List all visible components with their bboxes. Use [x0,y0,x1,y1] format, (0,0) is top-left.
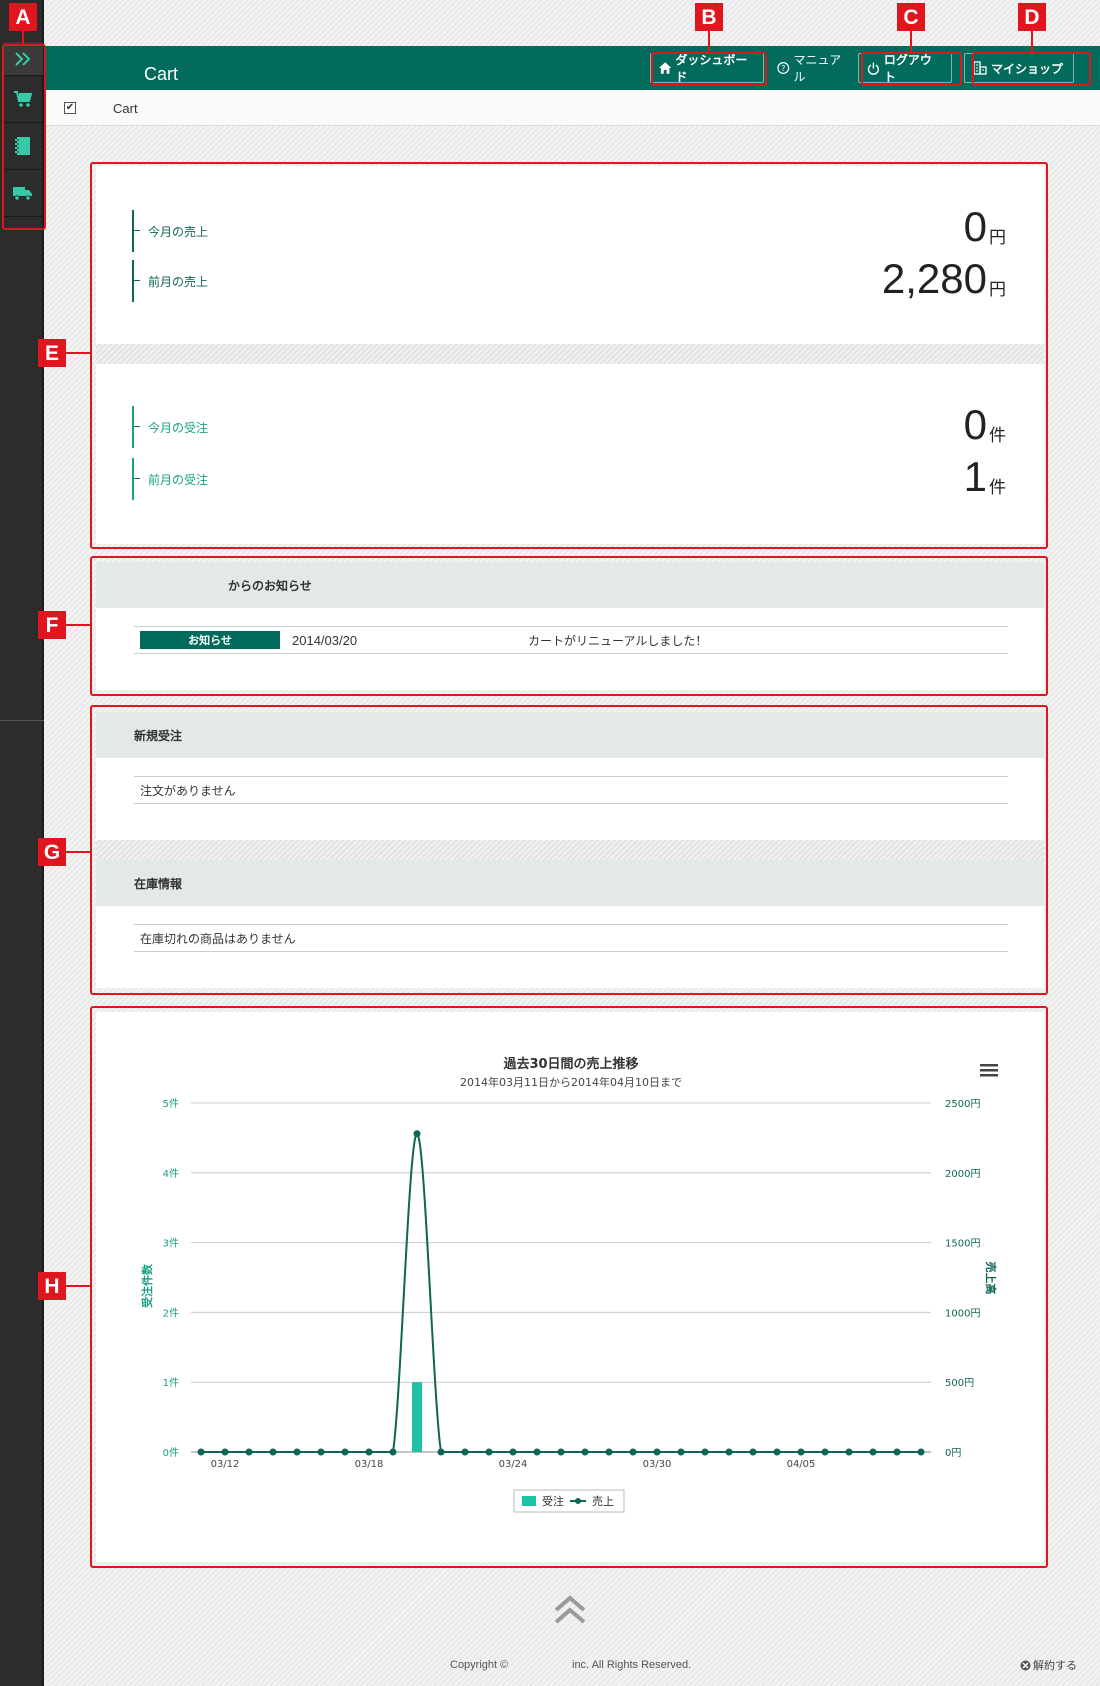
chevron-up-icon [554,1595,586,1624]
annotation-box-h [90,1006,1048,1568]
annotation-line-c [910,31,912,52]
annotation-box-g [90,705,1048,995]
close-circle-icon [1020,1660,1031,1670]
annotation-label-g: G [38,838,66,866]
breadcrumb-check-icon[interactable]: ✔ [64,102,76,114]
annotation-line-f [66,624,90,626]
annotation-box-b [651,52,767,86]
app-title: Cart [144,64,179,84]
cancel-contract-link[interactable]: 解約する [1020,1657,1077,1673]
manual-link[interactable]: ? マニュアル [768,53,856,84]
copyright-text: Copyright © [450,1659,509,1671]
svg-text:?: ? [781,64,785,73]
cancel-contract-label: 解約する [1033,1660,1077,1672]
annotation-label-h: H [38,1272,66,1300]
breadcrumb: ✔ Cart [46,90,1100,126]
annotation-line-a [22,31,24,45]
breadcrumb-label: Cart [113,101,138,116]
annotation-label-e: E [38,339,66,367]
annotation-label-c: C [897,3,925,31]
help-icon: ? [777,62,790,74]
annotation-label-b: B [695,3,723,31]
annotation-box-e [90,162,1048,549]
annotation-label-f: F [38,611,66,639]
annotation-line-d [1031,31,1033,52]
annotation-box-f [90,556,1048,696]
annotation-line-g [66,851,90,853]
sidebar-divider [0,720,44,721]
annotation-line-b [708,31,710,52]
annotation-box-d [972,52,1091,86]
annotation-box-a [2,44,46,230]
annotation-label-a: A [9,3,37,31]
annotation-label-d: D [1018,3,1046,31]
annotation-line-e [66,352,90,354]
manual-link-label: マニュアル [793,53,842,84]
rights-text: inc. All Rights Reserved. [572,1659,692,1671]
annotation-box-c [861,52,962,86]
scroll-top-button[interactable] [552,1594,588,1626]
annotation-line-h [66,1285,90,1287]
